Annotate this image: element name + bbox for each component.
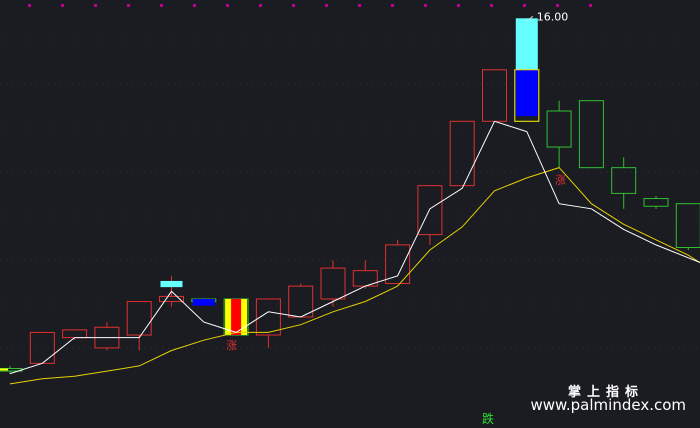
- grid-marker: [358, 4, 361, 7]
- grid-marker: [193, 4, 196, 7]
- candle-body: [643, 198, 669, 207]
- highlight-cyan-top: [515, 18, 538, 70]
- candle-body: [126, 301, 152, 336]
- candle-body: [578, 100, 604, 169]
- grid-marker: [424, 4, 427, 7]
- kline-chart: { "chart_data": { "type": "candlestick",…: [0, 0, 700, 428]
- grid-marker: [523, 4, 526, 7]
- highlight-first-bar: [0, 368, 8, 371]
- candle-body: [62, 329, 88, 339]
- candle-body: [482, 69, 507, 122]
- highlight-cyan-small: [160, 280, 183, 288]
- grid-marker: [94, 4, 97, 7]
- candle-body: [546, 110, 572, 148]
- grid-marker: [589, 4, 592, 7]
- grid-marker: [127, 4, 130, 7]
- grid-marker: [490, 4, 493, 7]
- grid-marker: [325, 4, 328, 7]
- grid-marker: [259, 4, 262, 7]
- signal-down-label: 跌: [482, 411, 494, 426]
- ma-fast-line: [9, 120, 700, 375]
- highlight-blue-top: [515, 69, 538, 117]
- signal-up-label: 涨: [555, 174, 566, 187]
- high-price-label: 16.00: [537, 10, 569, 23]
- candle-body: [385, 244, 411, 285]
- ma-slow-line: [9, 167, 700, 385]
- grid-marker: [61, 4, 64, 7]
- candle-body: [288, 285, 314, 318]
- watermark-url: www.palmindex.com: [530, 396, 686, 414]
- candle-body: [675, 203, 700, 248]
- candle-body: [449, 120, 475, 187]
- candle-body: [320, 267, 346, 300]
- grid-marker: [556, 4, 559, 7]
- grid-marker: [226, 4, 229, 7]
- grid-marker: [457, 4, 460, 7]
- signal-up-label: 涨: [226, 339, 237, 352]
- grid-marker: [28, 4, 31, 7]
- highlight-blue-small: [192, 298, 215, 306]
- grid-marker: [391, 4, 394, 7]
- grid-marker: [292, 4, 295, 7]
- grid-marker: [160, 4, 163, 7]
- candlestick-chart: 16.00涨涨跌: [0, 4, 700, 426]
- candle-body: [611, 167, 637, 194]
